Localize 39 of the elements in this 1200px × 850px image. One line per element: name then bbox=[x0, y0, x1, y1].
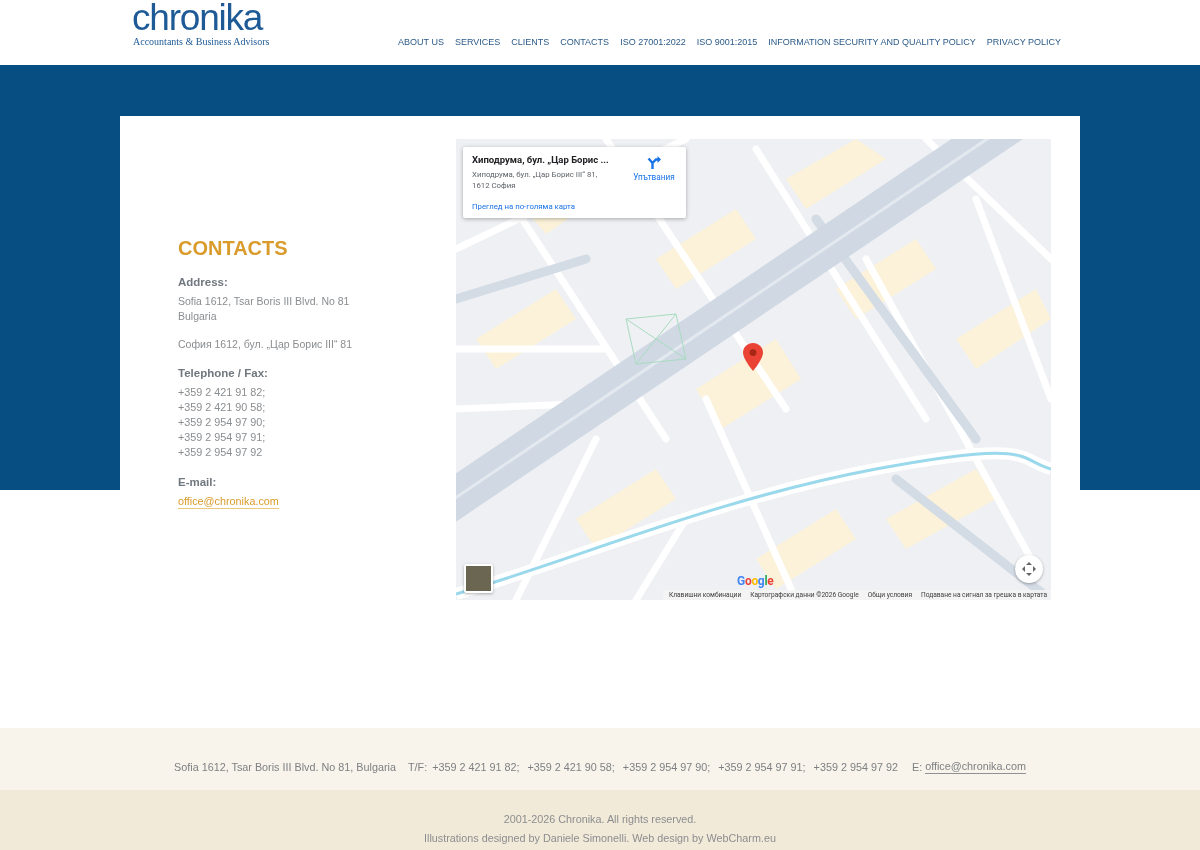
logo-tagline: Accountants & Business Advisors bbox=[133, 36, 270, 47]
field-label: E-mail: bbox=[178, 475, 217, 490]
copyright-text: 2001-2026 Chronika. All rights reserved. bbox=[503, 812, 697, 826]
nav-link[interactable]: CLIENTS bbox=[511, 36, 550, 48]
phone-number: +359 2 954 97 92 bbox=[178, 445, 264, 460]
nav-link[interactable]: PRIVACY POLICY bbox=[986, 36, 1061, 48]
field-label: Address: bbox=[178, 275, 228, 290]
nav-link[interactable]: ISO 27001:2022 bbox=[620, 36, 686, 48]
email-label: E: bbox=[911, 760, 923, 774]
map-pin-icon bbox=[743, 343, 763, 371]
phone-number: +359 2 954 97 91; bbox=[718, 760, 806, 774]
phone-label: T/F: bbox=[407, 760, 428, 774]
footer-address: Sofia 1612, Tsar Boris III Blvd. No 81, Bulgaria bbox=[174, 760, 396, 774]
nav-link[interactable]: CONTACTS bbox=[560, 36, 610, 48]
google-logo: Google bbox=[737, 574, 774, 588]
address-text: София 1612, бул. „Цар Борис III“ 81 bbox=[178, 337, 353, 352]
fullscreen-icon bbox=[1022, 562, 1036, 576]
directions-icon bbox=[647, 155, 661, 169]
phone-number: +359 2 421 91 82; bbox=[178, 385, 266, 400]
nav-link[interactable]: SERVICES bbox=[454, 36, 501, 48]
page-heading: CONTACTS bbox=[178, 236, 288, 260]
satellite-view-button[interactable] bbox=[464, 564, 493, 593]
logo-wordmark: chronika bbox=[132, 0, 263, 36]
credits-text: Illustrations designed by Daniele Simonelli. Web design by WebCharm.eu bbox=[424, 831, 776, 845]
nav-link[interactable]: INFORMATION SECURITY AND QUALITY POLICY bbox=[768, 36, 976, 48]
nav-link[interactable]: ABOUT US bbox=[398, 36, 444, 48]
nav-link[interactable]: ISO 9001:2015 bbox=[696, 36, 758, 48]
phone-number: +359 2 421 90 58; bbox=[178, 400, 266, 415]
directions-link[interactable]: Упътвания bbox=[630, 155, 678, 218]
phone-number: +359 2 421 90 58; bbox=[527, 760, 615, 774]
phone-number: +359 2 954 97 91; bbox=[178, 430, 266, 445]
phone-number: +359 2 954 97 92 bbox=[813, 760, 898, 774]
phone-number: +359 2 954 97 90; bbox=[622, 760, 711, 774]
phone-number: +359 2 421 91 82; bbox=[432, 760, 520, 774]
address-text: Sofia 1612, Tsar Boris III Blvd. No 81 Bulgaria bbox=[178, 294, 350, 324]
field-label: Telephone / Fax: bbox=[178, 366, 268, 381]
place-title: Хиподрума, бул. „Цар Борис ... bbox=[472, 154, 610, 166]
phone-number: +359 2 954 97 90; bbox=[178, 415, 266, 430]
email-link[interactable]: office@chronika.com bbox=[925, 760, 1026, 774]
